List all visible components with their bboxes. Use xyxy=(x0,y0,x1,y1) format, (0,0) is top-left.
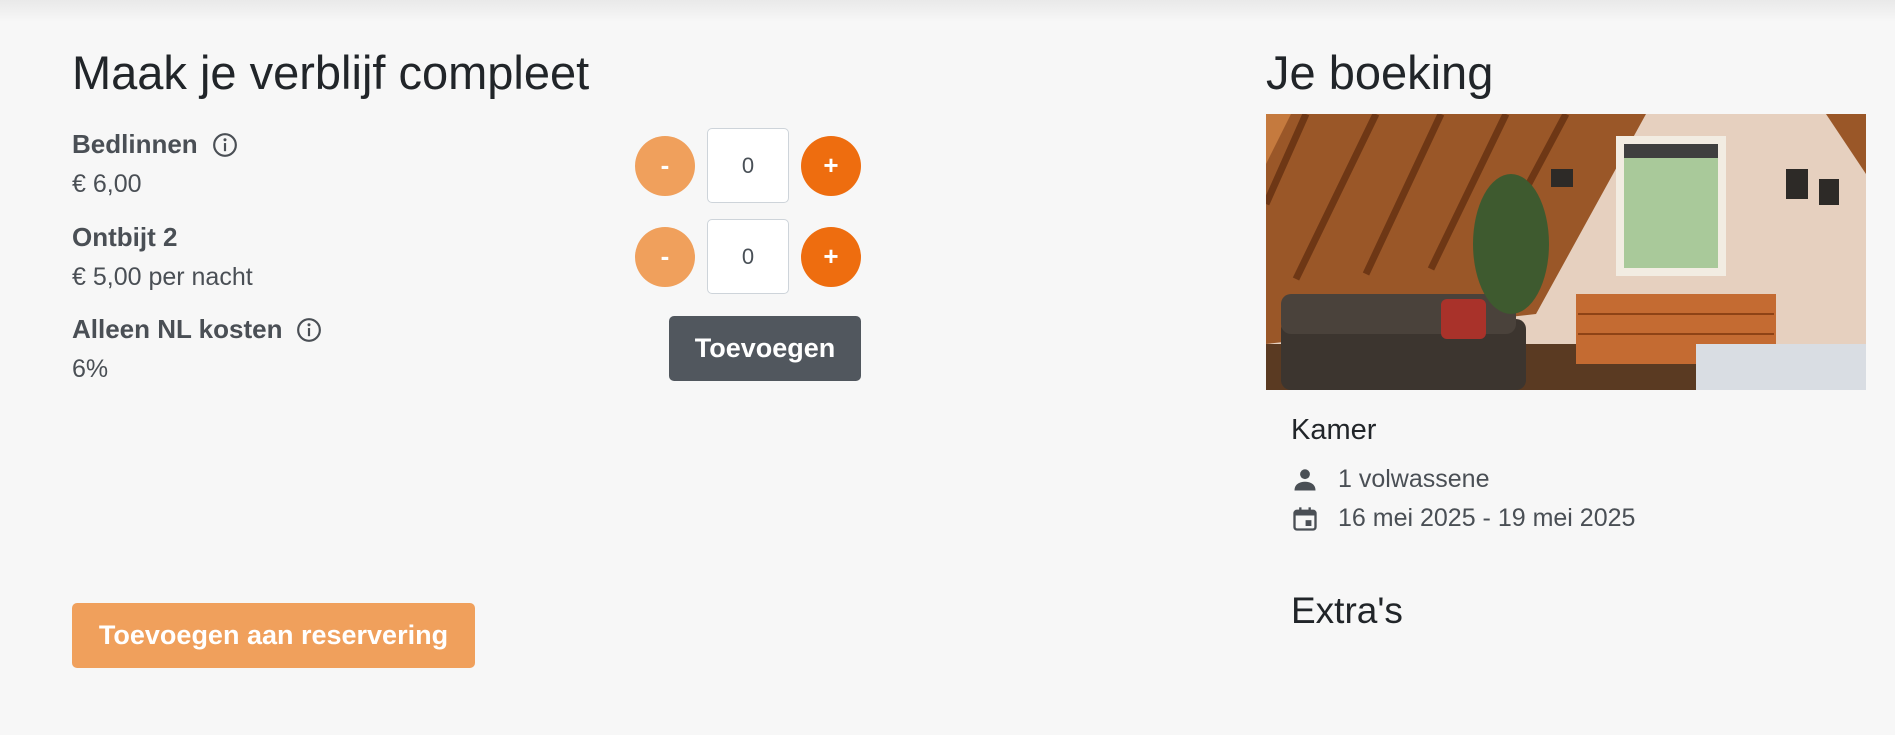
extra-name: Bedlinnen xyxy=(72,129,198,159)
extra-name: Alleen NL kosten xyxy=(72,314,283,344)
guests-text: 1 volwassene xyxy=(1338,465,1490,493)
dates-text: 16 mei 2025 - 19 mei 2025 xyxy=(1338,504,1636,532)
extra-price: 6% xyxy=(72,355,109,383)
info-circle-icon[interactable] xyxy=(296,317,322,343)
increment-button[interactable]: + xyxy=(801,226,861,287)
extra-price: € 5,00 per nacht xyxy=(72,263,253,291)
info-circle-icon[interactable] xyxy=(212,132,238,158)
quantity-stepper-ontbijt: - + xyxy=(635,219,861,294)
room-photo xyxy=(1266,114,1866,390)
booking-extras-title: Extra's xyxy=(1291,590,1403,631)
increment-button[interactable]: + xyxy=(801,135,861,196)
extra-item-ontbijt: Ontbijt 2 € 5,00 per nacht xyxy=(72,222,253,292)
booking-title: Je boeking xyxy=(1266,46,1494,99)
quantity-input[interactable] xyxy=(707,219,789,294)
person-icon xyxy=(1294,468,1316,490)
guests-row: 1 volwassene xyxy=(1291,465,1489,494)
room-name: Kamer xyxy=(1291,414,1377,446)
booking-section: Je boeking Kamer 1 volwassene 16 mei 202… xyxy=(1266,0,1866,735)
extra-price: € 6,00 xyxy=(72,170,142,198)
extra-name: Ontbijt 2 xyxy=(72,222,178,252)
decrement-button[interactable]: - xyxy=(635,226,695,287)
quantity-input[interactable] xyxy=(707,128,789,203)
quantity-stepper-bedlinnen: - + xyxy=(635,128,861,203)
calendar-icon xyxy=(1293,506,1317,531)
extra-item-nl-kosten: Alleen NL kosten 6% xyxy=(72,314,322,384)
dates-row: 16 mei 2025 - 19 mei 2025 xyxy=(1291,504,1635,533)
extras-title: Maak je verblijf compleet xyxy=(72,46,590,99)
add-extra-button[interactable]: Toevoegen xyxy=(669,316,861,381)
add-to-reservation-button[interactable]: Toevoegen aan reservering xyxy=(72,603,475,668)
extras-section: Maak je verblijf compleet Bedlinnen € 6,… xyxy=(72,0,872,735)
decrement-button[interactable]: - xyxy=(635,135,695,196)
extra-item-bedlinnen: Bedlinnen € 6,00 xyxy=(72,129,238,199)
